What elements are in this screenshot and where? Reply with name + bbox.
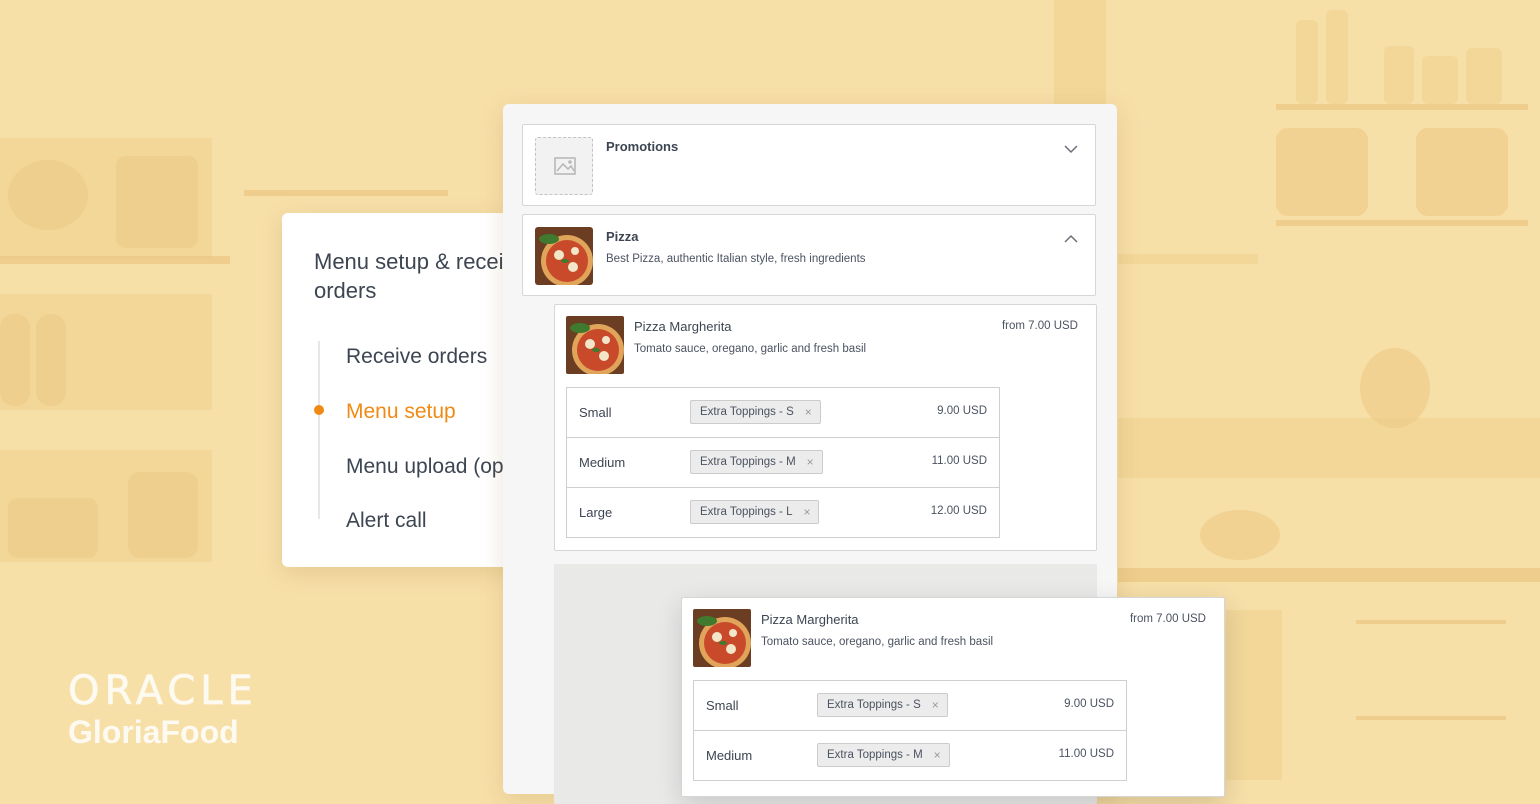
item-price: from 7.00 USD (1001, 320, 1078, 332)
chevron-down-icon[interactable] (1063, 141, 1079, 157)
size-price: 9.00 USD (937, 405, 987, 417)
size-name: Large (579, 505, 613, 520)
size-price: 12.00 USD (930, 505, 987, 517)
topping-chip-label: Extra Toppings - S (827, 699, 921, 711)
topping-chip-label: Extra Toppings - M (700, 456, 796, 468)
chevron-up-icon[interactable] (1063, 231, 1079, 247)
size-row[interactable]: Medium Extra Toppings - M × 11.00 USD (567, 438, 999, 488)
size-row[interactable]: Large Extra Toppings - L × 12.00 USD (567, 488, 999, 537)
step-alert-call[interactable]: Alert call (346, 509, 427, 533)
close-icon[interactable]: × (805, 401, 812, 423)
topping-chip-label: Extra Toppings - L (700, 506, 793, 518)
menu-item-card[interactable]: Pizza Margherita Tomato sauce, oregano, … (554, 304, 1097, 551)
size-name: Medium (579, 455, 626, 470)
close-icon[interactable]: × (803, 501, 810, 523)
close-icon[interactable]: × (807, 451, 814, 473)
size-table: Small Extra Toppings - S × 9.00 USD Mediu… (693, 680, 1127, 781)
image-placeholder-icon[interactable] (535, 137, 593, 195)
item-name: Pizza Margherita (761, 612, 859, 627)
size-row[interactable]: Small Extra Toppings - S × 9.00 USD (694, 681, 1126, 731)
size-name: Small (579, 405, 612, 420)
size-table: Small Extra Toppings - S × 9.00 USD Mediu… (566, 387, 1000, 538)
topping-chip[interactable]: Extra Toppings - L × (690, 500, 820, 524)
topping-chip-label: Extra Toppings - M (827, 749, 923, 761)
category-name: Promotions (606, 139, 679, 154)
close-icon[interactable]: × (934, 744, 941, 766)
size-price: 11.00 USD (1058, 748, 1114, 760)
step-menu-setup[interactable]: Menu setup (346, 400, 456, 424)
oracle-logo: ORACLE (68, 668, 258, 715)
item-thumbnail (693, 609, 751, 667)
topping-chip-label: Extra Toppings - S (700, 406, 794, 418)
topping-chip[interactable]: Extra Toppings - M × (690, 450, 823, 474)
category-name: Pizza (606, 229, 639, 244)
steps-progress-line (318, 341, 320, 519)
topping-chip[interactable]: Extra Toppings - S × (690, 400, 821, 424)
topping-chip[interactable]: Extra Toppings - M × (817, 743, 950, 767)
item-description: Tomato sauce, oregano, garlic and fresh … (634, 343, 867, 355)
size-name: Small (706, 698, 739, 713)
pizza-thumbnail (535, 227, 593, 285)
step-receive-orders[interactable]: Receive orders (346, 345, 487, 369)
active-step-indicator (314, 405, 324, 415)
size-name: Medium (706, 748, 753, 763)
topping-chip[interactable]: Extra Toppings - S × (817, 693, 948, 717)
size-price: 9.00 USD (1064, 698, 1114, 710)
item-price: from 7.00 USD (1129, 613, 1206, 625)
category-promotions[interactable]: Promotions (522, 124, 1096, 206)
size-row[interactable]: Small Extra Toppings - S × 9.00 USD (567, 388, 999, 438)
size-row[interactable]: Medium Extra Toppings - M × 11.00 USD (694, 731, 1126, 780)
item-name: Pizza Margherita (634, 319, 732, 334)
category-pizza[interactable]: Pizza Best Pizza, authentic Italian styl… (522, 214, 1096, 296)
close-icon[interactable]: × (932, 694, 939, 716)
item-description: Tomato sauce, oregano, garlic and fresh … (761, 636, 994, 648)
category-description: Best Pizza, authentic Italian style, fre… (606, 253, 866, 265)
gloriafood-logo: GloriaFood (68, 714, 239, 750)
item-thumbnail (566, 316, 624, 374)
dragged-menu-item-card[interactable]: Pizza Margherita Tomato sauce, oregano, … (681, 597, 1225, 797)
size-price: 11.00 USD (931, 455, 987, 467)
